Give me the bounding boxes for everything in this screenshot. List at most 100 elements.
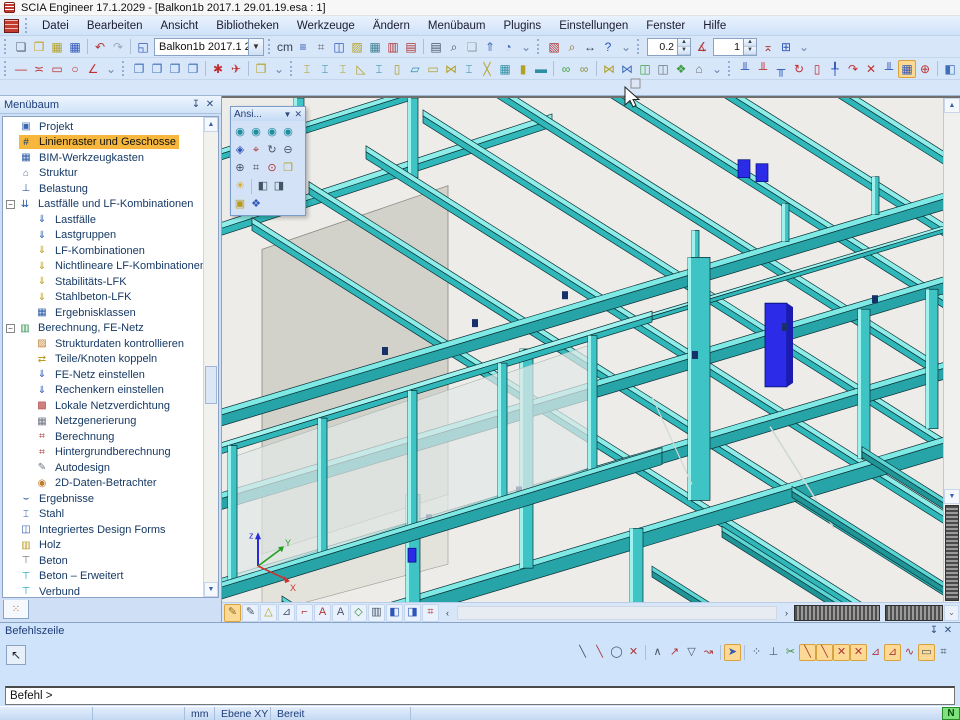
menu-item-bearbeiten[interactable]: Bearbeiten xyxy=(78,17,152,35)
spin-down-icon[interactable]: ▼ xyxy=(678,47,690,55)
table-input-icon[interactable]: ▤ xyxy=(402,38,420,56)
snap-node-icon[interactable]: ╲ xyxy=(816,644,833,661)
scroll-track[interactable] xyxy=(204,132,218,582)
support-fixed-icon[interactable]: ╨ xyxy=(736,60,754,78)
tree-item-linienraster-und-geschosse[interactable]: #Linienraster und Geschosse xyxy=(3,135,203,151)
tree-item-rechenkern-einstellen[interactable]: ⇓Rechenkern einstellen xyxy=(3,383,203,399)
select-line-end-icon[interactable]: ╲ xyxy=(591,644,608,661)
folder-add-icon[interactable]: ❐ xyxy=(252,60,270,78)
weld-icon[interactable]: ⋈ xyxy=(600,60,618,78)
tree-item-lastfälle[interactable]: ⇓Lastfälle xyxy=(3,212,203,228)
view-settings-2-toggle[interactable]: ◨ xyxy=(404,604,421,622)
view-3d-icon[interactable]: ❖ xyxy=(248,196,264,212)
support-hinged-icon[interactable]: ╨ xyxy=(754,60,772,78)
glasses-edit-icon[interactable]: ∞ xyxy=(575,60,593,78)
open-project-icon[interactable]: ❐ xyxy=(30,38,48,56)
opening-icon[interactable]: ▯ xyxy=(388,60,406,78)
new-window-icon[interactable]: ◱ xyxy=(134,38,152,56)
overflow-chevron-icon[interactable]: ⌄ xyxy=(517,38,535,56)
beam-hinge-icon[interactable]: ↷ xyxy=(844,60,862,78)
dimension-abc-toggle[interactable]: A xyxy=(332,604,349,622)
clip-box-icon[interactable]: ▣ xyxy=(232,196,248,212)
units-icon[interactable]: cm xyxy=(276,38,294,56)
hscroll-hatch-thumb[interactable] xyxy=(794,605,880,621)
member-2d-icon[interactable]: ▦ xyxy=(496,60,514,78)
tree-item-projekt[interactable]: ▣Projekt xyxy=(3,119,203,135)
tree-item-ergebnisklassen[interactable]: ▦Ergebnisklassen xyxy=(3,305,203,321)
rigid-arm-icon[interactable]: ▯ xyxy=(808,60,826,78)
draw-beam-icon[interactable]: ▭ xyxy=(48,60,66,78)
copy-add-icon[interactable]: ◫ xyxy=(636,60,654,78)
draw-line-icon[interactable]: — xyxy=(12,60,30,78)
save-all-icon[interactable]: ▦ xyxy=(48,38,66,56)
tree-item-hintergrundberechnung[interactable]: ⌗Hintergrundberechnung xyxy=(3,445,203,461)
gallery-icon[interactable]: ▧ xyxy=(545,38,563,56)
cross-member-icon[interactable]: ⌶ xyxy=(334,60,352,78)
menu-item-einstellungen[interactable]: Einstellungen xyxy=(550,17,637,35)
walk-mode-icon[interactable]: ⌖ xyxy=(248,142,264,158)
chevron-down-icon[interactable]: ▼ xyxy=(284,110,292,119)
menu-item-datei[interactable]: Datei xyxy=(33,17,78,35)
snap-grid-line-icon[interactable]: ⌗ xyxy=(935,644,952,661)
menu-item-plugins[interactable]: Plugins xyxy=(494,17,550,35)
axes-display-toggle[interactable]: △ xyxy=(260,604,277,622)
tree-item-ergebnisse[interactable]: ⌣Ergebnisse xyxy=(3,491,203,507)
viewport-corner-button[interactable]: ⌄ xyxy=(944,605,959,621)
cursor-tool-button[interactable]: ↖ xyxy=(6,645,26,665)
scroll-track[interactable] xyxy=(944,113,960,489)
save-icon[interactable]: ▦ xyxy=(66,38,84,56)
load-scale-spinner[interactable]: 0.2 ▲▼ xyxy=(647,38,691,56)
3d-model-view[interactable]: z Y X xyxy=(222,98,943,602)
undo-icon[interactable]: ↶ xyxy=(91,38,109,56)
numbering-icon[interactable]: ⊞ xyxy=(777,38,795,56)
display-scale-spinner[interactable]: 1 ▲▼ xyxy=(713,38,757,56)
redo-icon[interactable]: ↷ xyxy=(109,38,127,56)
active-doc-toggle[interactable]: ✎ xyxy=(224,604,241,622)
tree-item-stahl[interactable]: ⌶Stahl xyxy=(3,507,203,523)
collapse-box[interactable]: − xyxy=(6,200,15,209)
paste-icon[interactable]: ❐ xyxy=(166,60,184,78)
axonometric-icon[interactable]: ◈ xyxy=(232,142,248,158)
glasses-view-icon[interactable]: ∞ xyxy=(557,60,575,78)
tree-item-berechnung-fe-netz[interactable]: −▥Berechnung, FE-Netz xyxy=(3,321,203,337)
draw-angle-icon[interactable]: ∠ xyxy=(84,60,102,78)
close-icon[interactable]: ✕ xyxy=(203,98,217,111)
support-roller-icon[interactable]: ╥ xyxy=(772,60,790,78)
supports-display-toggle[interactable]: ⌐ xyxy=(296,604,313,622)
connect-nodes-icon[interactable]: ⋈ xyxy=(618,60,636,78)
snap-endpoint-icon[interactable]: ∧ xyxy=(649,644,666,661)
menu-item-ändern[interactable]: Ändern xyxy=(364,17,419,35)
snap-triangle-icon[interactable]: ▽ xyxy=(683,644,700,661)
tree-item-bim-werkzeugkasten[interactable]: ▦BIM-Werkzeugkasten xyxy=(3,150,203,166)
menu-item-werkzeuge[interactable]: Werkzeuge xyxy=(288,17,364,35)
scroll-up-icon[interactable]: ▲ xyxy=(204,117,218,132)
menubaum-tab[interactable]: ⁙ xyxy=(3,600,29,619)
panel-icon[interactable]: ▭ xyxy=(424,60,442,78)
toolbar-grip[interactable] xyxy=(4,39,9,54)
toolbar-grip[interactable] xyxy=(537,39,542,54)
truss-icon[interactable]: ⋈ xyxy=(442,60,460,78)
cut-intersection-icon[interactable]: ✂ xyxy=(782,644,799,661)
scroll-hatch-thumb[interactable] xyxy=(945,505,959,601)
new-project-icon[interactable]: ❏ xyxy=(12,38,30,56)
zoom-window-icon[interactable]: ⌗ xyxy=(248,160,264,176)
paste-special-icon[interactable]: ❐ xyxy=(184,60,202,78)
plate-icon[interactable]: ▱ xyxy=(406,60,424,78)
table-results-icon[interactable]: ▥ xyxy=(384,38,402,56)
scroll-thumb[interactable] xyxy=(205,366,217,404)
zoom-selection-icon[interactable]: ⊙ xyxy=(264,160,280,176)
tree-item-belastung[interactable]: ⊥Belastung xyxy=(3,181,203,197)
print-icon[interactable]: ▤ xyxy=(427,38,445,56)
snap-arrow-icon[interactable]: ↗ xyxy=(666,644,683,661)
snap-curve-icon[interactable]: ↝ xyxy=(700,644,717,661)
tree-item-struktur[interactable]: ⌂Struktur xyxy=(3,166,203,182)
snap-tangent-icon[interactable]: ⊿ xyxy=(884,644,901,661)
menu-item-fenster[interactable]: Fenster xyxy=(637,17,694,35)
results-display-toggle[interactable]: ▥ xyxy=(368,604,385,622)
support-active-icon[interactable]: ▦ xyxy=(898,60,916,78)
shaded-mode-icon[interactable]: ◨ xyxy=(271,178,287,194)
view-front-icon[interactable]: ◉ xyxy=(248,124,264,140)
view-settings-toggle[interactable]: ◧ xyxy=(386,604,403,622)
cross-link-icon[interactable]: ✕ xyxy=(862,60,880,78)
select-circle-icon[interactable]: ◯ xyxy=(608,644,625,661)
